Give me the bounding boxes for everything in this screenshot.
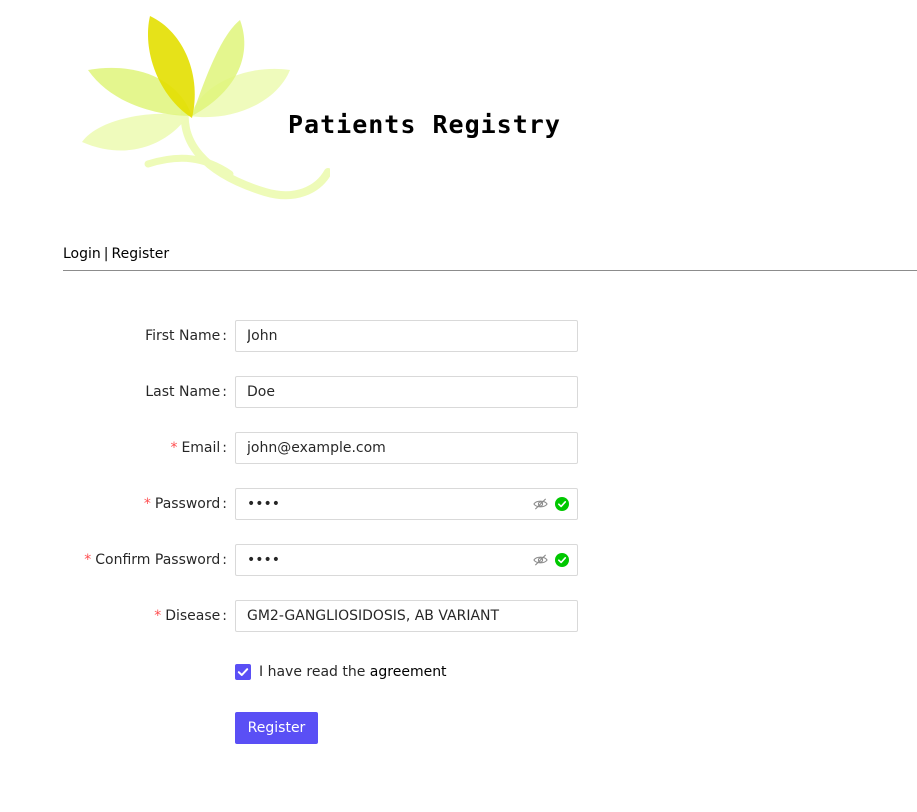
agreement-checkbox[interactable] — [235, 664, 251, 680]
required-mark: * — [143, 496, 151, 512]
required-mark: * — [154, 608, 162, 624]
disease-field[interactable] — [235, 600, 578, 632]
login-link[interactable]: Login — [63, 246, 101, 262]
email-label: * Email: — [170, 440, 227, 456]
first-name-label: First Name: — [145, 328, 227, 344]
check-circle-icon — [555, 553, 569, 567]
confirm-password-label: * Confirm Password: — [84, 552, 227, 568]
nav-separator: | — [103, 246, 109, 262]
first-name-row: First Name: — [0, 320, 917, 352]
last-name-input[interactable] — [247, 377, 517, 407]
confirm-password-row: * Confirm Password: — [0, 544, 917, 576]
password-field[interactable] — [235, 488, 578, 520]
check-circle-icon — [555, 497, 569, 511]
disease-row: * Disease: — [0, 600, 917, 632]
disease-input[interactable] — [247, 601, 567, 631]
first-name-input[interactable] — [247, 321, 517, 351]
first-name-field[interactable] — [235, 320, 578, 352]
checkmark-icon — [237, 668, 249, 676]
password-label: * Password: — [143, 496, 227, 512]
email-field[interactable] — [235, 432, 578, 464]
confirm-password-input[interactable] — [247, 545, 517, 575]
register-button[interactable]: Register — [235, 712, 318, 744]
nav-divider — [63, 270, 917, 271]
email-row: * Email: — [0, 432, 917, 464]
disease-label: * Disease: — [154, 608, 227, 624]
last-name-row: Last Name: — [0, 376, 917, 408]
required-mark: * — [84, 552, 92, 568]
auth-nav: Login | Register — [63, 246, 169, 262]
eye-off-icon[interactable] — [533, 497, 548, 511]
required-mark: * — [170, 440, 178, 456]
last-name-field[interactable] — [235, 376, 578, 408]
agreement-text: I have read the agreement — [259, 664, 447, 680]
confirm-password-field[interactable] — [235, 544, 578, 576]
app-title: Patients Registry — [288, 110, 561, 139]
password-row: * Password: — [0, 488, 917, 520]
password-input[interactable] — [247, 489, 517, 519]
eye-off-icon[interactable] — [533, 553, 548, 567]
email-input[interactable] — [247, 433, 517, 463]
register-link[interactable]: Register — [112, 246, 170, 262]
last-name-label: Last Name: — [145, 384, 227, 400]
agreement-link[interactable]: agreement — [370, 664, 447, 680]
